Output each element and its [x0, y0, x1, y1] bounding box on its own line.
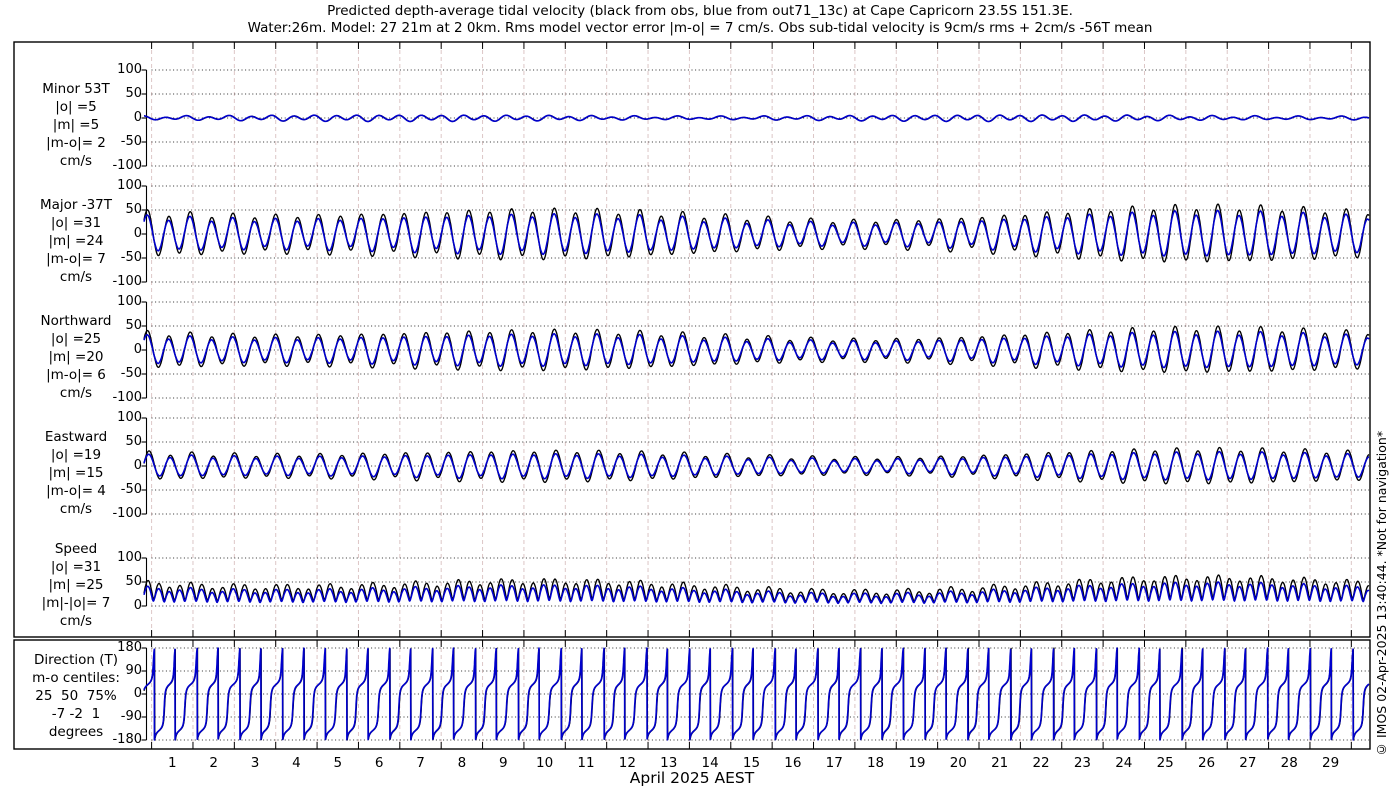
x-tick-label: 13 — [660, 755, 678, 771]
x-tick-label: 6 — [374, 755, 384, 771]
x-tick-label: 9 — [498, 755, 508, 771]
y-tick-label: 90 — [125, 663, 142, 678]
x-tick-label: 27 — [1239, 755, 1257, 771]
x-tick-label: 28 — [1280, 755, 1298, 771]
x-tick-label: 24 — [1115, 755, 1133, 771]
x-axis-label: April 2025 AEST — [629, 769, 755, 787]
y-tick-label: 50 — [125, 86, 142, 101]
y-tick-label: 100 — [117, 294, 142, 309]
y-tick-label: -100 — [112, 274, 142, 289]
y-tick-label: 180 — [117, 640, 142, 655]
tidal-velocity-chart: Predicted depth-average tidal velocity (… — [0, 0, 1400, 800]
y-tick-label: 100 — [117, 550, 142, 565]
y-tick-label: -50 — [120, 134, 142, 149]
y-tick-label: 50 — [125, 202, 142, 217]
x-tick-label: 12 — [618, 755, 636, 771]
y-tick-label: 0 — [133, 110, 142, 125]
x-tick-label: 2 — [209, 755, 218, 771]
y-tick-label: -50 — [120, 482, 142, 497]
y-tick-label: 0 — [133, 686, 142, 701]
x-tick-label: 17 — [825, 755, 843, 771]
plot-svg — [13, 41, 1371, 750]
y-tick-label: 50 — [125, 574, 142, 589]
y-tick-label: -100 — [112, 506, 142, 521]
speed-obs-line — [143, 574, 1370, 604]
y-tick-label: -50 — [120, 250, 142, 265]
x-tick-label: 29 — [1322, 755, 1340, 771]
major-model-line — [143, 209, 1370, 257]
panel-stat-label: cm/s — [59, 613, 93, 629]
x-tick-label: 11 — [577, 755, 595, 771]
speed-model-line — [143, 581, 1370, 605]
x-tick-label: 7 — [416, 755, 425, 771]
y-tick-label: 0 — [133, 226, 142, 241]
x-tick-label: 18 — [866, 755, 885, 771]
y-tick-label: -100 — [112, 390, 142, 405]
y-tick-label: 50 — [125, 434, 142, 449]
x-tick-label: 19 — [908, 755, 926, 771]
y-tick-label: -180 — [112, 731, 142, 747]
x-tick-label: 8 — [457, 755, 467, 771]
x-tick-label: 26 — [1197, 755, 1216, 771]
y-tick-label: -90 — [120, 708, 142, 724]
x-tick-label: 5 — [333, 755, 343, 771]
y-tick-label: 100 — [117, 410, 142, 425]
y-tick-label: 0 — [133, 598, 142, 613]
x-tick-label: 20 — [949, 755, 967, 771]
x-tick-label: 10 — [536, 755, 554, 771]
x-tick-label: 23 — [1073, 755, 1092, 771]
x-tick-label: 16 — [784, 755, 802, 771]
x-tick-label: 14 — [701, 755, 719, 771]
x-tick-label: 1 — [167, 755, 177, 771]
y-tick-label: -100 — [112, 158, 142, 173]
x-tick-label: 3 — [250, 755, 260, 771]
y-tick-label: -50 — [120, 366, 142, 381]
imos-watermark: © IMOS 02-Apr-2025 13:40:44. *Not for na… — [1374, 430, 1389, 757]
y-tick-label: 0 — [133, 458, 142, 473]
minor-model-line — [143, 114, 1370, 123]
velocity-frame — [13, 41, 1371, 638]
x-tick-label: 22 — [1032, 755, 1050, 771]
x-tick-label: 21 — [991, 755, 1009, 771]
y-tick-label: 100 — [117, 62, 142, 77]
y-tick-label: 0 — [133, 342, 142, 357]
y-tick-label: 100 — [117, 178, 142, 193]
x-tick-label: 25 — [1156, 755, 1174, 771]
y-tick-label: 50 — [125, 318, 142, 333]
x-tick-label: 4 — [292, 755, 301, 771]
x-tick-label: 15 — [742, 755, 761, 771]
